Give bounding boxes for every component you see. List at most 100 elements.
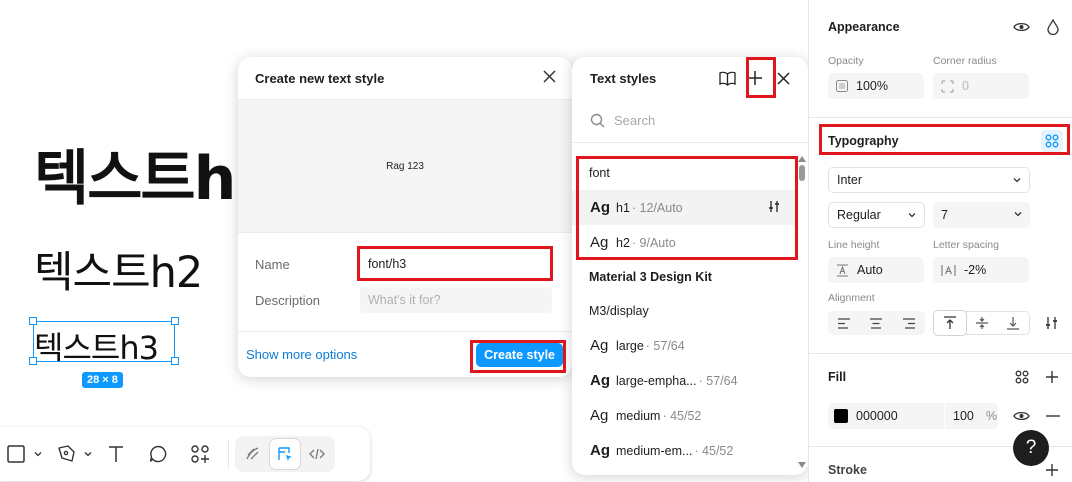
add-fill-button[interactable] (1043, 368, 1061, 386)
font-size-input[interactable]: 7 (933, 202, 1030, 228)
frame-tool-button[interactable] (0, 438, 32, 470)
dev-mode-button[interactable] (302, 439, 332, 469)
letter-spacing-value: -2% (964, 263, 987, 277)
description-label: Description (255, 292, 321, 308)
dialog-header: Create new text style (238, 57, 572, 99)
fill-opacity-value[interactable]: 100 (953, 409, 974, 423)
name-row: Name font/h3 (255, 251, 555, 277)
pen-icon (58, 445, 75, 462)
selection-box[interactable] (33, 321, 175, 362)
style-meta: · 57/64 (698, 373, 738, 388)
text-style-item[interactable]: Ag medium-em... · 45/52 (572, 433, 798, 468)
font-weight-value: Regular (837, 208, 881, 222)
align-center-icon (870, 317, 883, 329)
vertical-align-group (933, 311, 1030, 335)
line-height-icon (837, 263, 848, 277)
font-weight-select[interactable]: Regular (828, 202, 925, 228)
style-group-font[interactable]: font (572, 156, 798, 190)
canvas-text-h2[interactable]: 텍스트h2 (34, 238, 203, 300)
close-icon (543, 70, 556, 83)
ag-preview: Ag (590, 337, 609, 354)
text-styles-button[interactable] (1041, 130, 1063, 152)
style-meta: · 12/Auto (631, 200, 683, 215)
create-style-plus-button[interactable] (744, 67, 766, 89)
chevron-down-icon (34, 452, 42, 457)
chevron-down-icon (908, 213, 916, 218)
fill-styles-button[interactable] (1013, 368, 1031, 386)
line-height-label: Line height (828, 239, 880, 251)
library-button[interactable] (716, 67, 738, 89)
align-left-button[interactable] (828, 311, 860, 335)
resize-handle-top-right[interactable] (171, 317, 179, 325)
add-stroke-button[interactable] (1043, 461, 1061, 479)
fill-hex-value[interactable]: 000000 (856, 409, 936, 423)
align-right-button[interactable] (893, 311, 925, 335)
resize-handle-bottom-right[interactable] (171, 357, 179, 365)
comment-tool-button[interactable] (142, 438, 174, 470)
text-style-item[interactable]: Ag large-empha... · 57/64 (572, 363, 798, 398)
fill-color-row[interactable]: 000000 100 % (828, 403, 998, 429)
corner-radius-icon (941, 79, 954, 93)
text-style-item[interactable]: Ag h1 · 12/Auto (572, 190, 798, 225)
corner-radius-input[interactable]: 0 (933, 73, 1029, 99)
ag-preview: Ag (590, 442, 610, 459)
text-styles-list: font Ag h1 · 12/Auto Ag h2 · 9/Auto Mate… (572, 156, 798, 468)
text-style-item[interactable]: Ag h2 · 9/Auto (572, 225, 798, 260)
fill-color-swatch[interactable] (834, 409, 848, 423)
opacity-input[interactable]: 100% (828, 73, 924, 99)
blend-mode-button[interactable] (1044, 18, 1062, 36)
toolbar-divider (228, 439, 229, 469)
toggle-visibility-button[interactable] (1012, 18, 1030, 36)
pen-tool-dropdown[interactable] (82, 450, 94, 458)
edit-style-button[interactable] (768, 200, 780, 216)
selection-size-badge: 28 × 8 (82, 372, 123, 388)
help-button[interactable]: ? (1013, 430, 1049, 466)
text-style-item[interactable]: Ag medium · 45/52 (572, 398, 798, 433)
pen-tool-button[interactable] (50, 438, 82, 470)
create-style-button[interactable]: Create style (476, 342, 563, 367)
font-family-select[interactable]: Inter (828, 167, 1030, 193)
align-bottom-button[interactable] (997, 311, 1029, 335)
ag-preview: Ag (590, 372, 610, 389)
preview-text: Rag 123 (386, 160, 424, 172)
resize-handle-bottom-left[interactable] (29, 357, 37, 365)
text-tool-button[interactable] (100, 438, 132, 470)
plus-icon (1046, 464, 1058, 476)
letter-spacing-input[interactable]: -2% (933, 257, 1029, 283)
close-dialog-button[interactable] (543, 70, 556, 86)
corner-radius-label: Corner radius (933, 55, 997, 67)
align-middle-button[interactable] (966, 311, 998, 335)
fill-visibility-button[interactable] (1012, 408, 1030, 424)
close-icon (776, 71, 790, 85)
type-settings-button[interactable] (1041, 314, 1061, 332)
scrollbar-thumb[interactable] (799, 165, 805, 181)
eye-icon (1012, 411, 1030, 421)
draw-mode-button[interactable] (238, 439, 268, 469)
text-styles-scrollbar[interactable] (798, 156, 806, 472)
show-more-options-link[interactable]: Show more options (246, 347, 357, 362)
remove-fill-button[interactable] (1044, 408, 1062, 424)
text-style-item[interactable]: Ag large · 57/64 (572, 328, 798, 363)
description-input[interactable]: What's it for? (360, 287, 552, 313)
align-center-button[interactable] (860, 311, 892, 335)
close-text-styles-button[interactable] (772, 67, 794, 89)
design-mode-button[interactable] (270, 439, 300, 469)
fill-percent-sign: % (985, 409, 997, 423)
align-top-icon (943, 316, 956, 329)
align-top-button[interactable] (934, 311, 966, 335)
code-icon (309, 448, 325, 460)
style-group-m3-display[interactable]: M3/display (572, 294, 798, 328)
style-name-input[interactable]: font/h3 (360, 251, 552, 277)
line-height-input[interactable]: Auto (828, 257, 924, 283)
opacity-value: 100% (856, 79, 888, 93)
letter-spacing-label: Letter spacing (933, 239, 999, 251)
text-styles-search[interactable]: Search (572, 99, 808, 143)
ag-preview: Ag (590, 234, 609, 251)
style-group-material3[interactable]: Material 3 Design Kit (572, 260, 798, 294)
style-name: h1 (616, 200, 630, 215)
adjust-sliders-icon (769, 200, 779, 212)
shape-tool-dropdown[interactable] (32, 450, 44, 458)
resize-handle-top-left[interactable] (29, 317, 37, 325)
font-family-value: Inter (837, 173, 863, 187)
assets-tool-button[interactable] (184, 438, 216, 470)
